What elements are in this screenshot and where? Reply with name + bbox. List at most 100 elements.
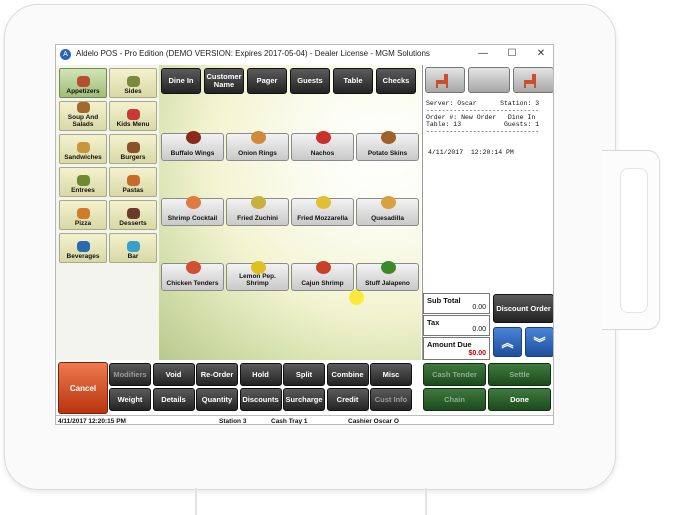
minimize-button[interactable]: —: [476, 48, 490, 60]
stand-leg-left: [195, 488, 197, 515]
credit-button[interactable]: Credit: [326, 388, 369, 411]
surcharge-button[interactable]: Surcharge: [283, 388, 325, 411]
pizza-icon: [76, 208, 90, 219]
amount-due-box: Amount Due $0.00: [423, 337, 490, 360]
quantity-button[interactable]: Quantity: [196, 388, 238, 411]
amount-due-label: Amount Due: [427, 340, 472, 349]
modifiers-button[interactable]: Modifiers: [109, 363, 151, 386]
category-soup-and-salads[interactable]: Soup And Salads: [59, 101, 107, 131]
category-sides[interactable]: Sides: [109, 68, 157, 98]
beverage-icon: [76, 241, 90, 252]
item-stuff-jalapeno[interactable]: Stuff Jalapeno: [356, 261, 419, 291]
touch-highlight: [349, 290, 364, 305]
weight-button[interactable]: Weight: [109, 388, 151, 411]
maximize-button[interactable]: ☐: [505, 48, 519, 60]
scroll-up-button[interactable]: ︽: [493, 327, 522, 357]
lemon-shrimp-icon: [251, 261, 266, 274]
void-button[interactable]: Void: [152, 363, 195, 386]
item-nachos[interactable]: Nachos: [291, 131, 354, 161]
cash-tender-button[interactable]: Cash Tender: [423, 363, 486, 386]
cocktail-icon: [126, 241, 140, 252]
category-label: Appetizers: [66, 88, 100, 95]
tab-guests[interactable]: Guests: [290, 68, 330, 94]
combine-button[interactable]: Combine: [326, 363, 369, 386]
scroll-down-button[interactable]: ︾: [525, 327, 553, 357]
app-icon: A: [60, 49, 71, 60]
category-sandwiches[interactable]: Sandwiches: [59, 134, 107, 164]
category-pastas[interactable]: Pastas: [109, 167, 157, 197]
discounts-button[interactable]: Discounts: [239, 388, 282, 411]
category-label: Soup And Salads: [67, 114, 99, 128]
amount-due-value: $0.00: [468, 350, 486, 357]
appetizers-icon: [76, 76, 90, 87]
seat-button-left[interactable]: [425, 67, 465, 93]
burger-icon: [126, 142, 140, 153]
receipt-server-line: Server: Oscar Station: 3: [426, 100, 540, 107]
category-entrees[interactable]: Entrees: [59, 167, 107, 197]
re-order-button[interactable]: Re-Order: [196, 363, 238, 386]
stand-arm-inner: [620, 168, 648, 313]
category-bar[interactable]: Bar: [109, 233, 157, 263]
category-label: Pizza: [74, 220, 92, 227]
stand-leg-right: [425, 488, 427, 515]
cancel-button[interactable]: Cancel: [58, 362, 108, 414]
close-button[interactable]: ✕: [534, 48, 548, 60]
chain-button[interactable]: Chain: [423, 388, 486, 411]
buffalo-wings-icon: [186, 131, 201, 144]
item-cajun-shrimp[interactable]: Cajun Shrimp: [291, 261, 354, 291]
subtotal-label: Sub Total: [427, 296, 461, 305]
item-label: Potato Skins: [367, 150, 408, 157]
item-onion-rings[interactable]: Onion Rings: [226, 131, 289, 161]
category-kids-menu[interactable]: Kids Menu: [109, 101, 157, 131]
item-fried-mozzarella[interactable]: Fried Mozzarella: [291, 196, 354, 226]
subtotal-box: Sub Total 0.00: [423, 293, 490, 314]
item-chicken-tenders[interactable]: Chicken Tenders: [161, 261, 224, 291]
status-bar: 4/11/2017 12:20:15 PM Station 3 Cash Tra…: [56, 415, 553, 425]
details-button[interactable]: Details: [152, 388, 195, 411]
tab-checks[interactable]: Checks: [376, 68, 416, 94]
mozzarella-icon: [316, 196, 331, 209]
category-label: Desserts: [119, 220, 147, 227]
done-button[interactable]: Done: [488, 388, 551, 411]
tab-dine-in[interactable]: Dine In: [161, 68, 201, 94]
status-cashier: Cashier Oscar O: [348, 418, 399, 425]
nachos-icon: [316, 131, 331, 144]
sandwich-icon: [76, 142, 90, 153]
tax-value: 0.00: [472, 326, 486, 333]
item-shrimp-cocktail[interactable]: Shrimp Cocktail: [161, 196, 224, 226]
item-fried-zuchini[interactable]: Fried Zuchini: [226, 196, 289, 226]
seat-button-right[interactable]: [513, 67, 553, 93]
split-button[interactable]: Split: [283, 363, 325, 386]
item-potato-skins[interactable]: Potato Skins: [356, 131, 419, 161]
discount-order-button[interactable]: Discount Order: [493, 294, 553, 323]
dessert-icon: [126, 208, 140, 219]
quesadilla-icon: [381, 196, 396, 209]
title-bar: A Aldelo POS - Pro Edition (DEMO VERSION…: [56, 45, 553, 65]
hold-button[interactable]: Hold: [239, 363, 282, 386]
settle-button[interactable]: Settle: [488, 363, 551, 386]
tab-table[interactable]: Table: [333, 68, 373, 94]
category-label: Kids Menu: [116, 121, 150, 128]
category-panel: Appetizers Sides Soup And Salads Kids Menu S…: [56, 65, 159, 360]
category-burgers[interactable]: Burgers: [109, 134, 157, 164]
tab-customer-name[interactable]: Customer Name: [204, 68, 244, 94]
misc-button[interactable]: Misc: [370, 363, 412, 386]
category-desserts[interactable]: Desserts: [109, 200, 157, 230]
category-appetizers[interactable]: Appetizers: [59, 68, 107, 98]
kids-menu-icon: [126, 109, 140, 120]
tab-pager[interactable]: Pager: [247, 68, 287, 94]
category-label: Beverages: [66, 253, 100, 260]
item-buffalo-wings[interactable]: Buffalo Wings: [161, 131, 224, 161]
item-label: Cajun Shrimp: [301, 280, 344, 287]
category-pizza[interactable]: Pizza: [59, 200, 107, 230]
item-quesadilla[interactable]: Quesadilla: [356, 196, 419, 226]
seat-button-middle[interactable]: [468, 67, 510, 93]
cust-info-button[interactable]: Cust Info: [370, 388, 412, 411]
window-title: Aldelo POS - Pro Edition (DEMO VERSION: …: [76, 49, 430, 58]
item-label: Fried Zuchini: [237, 215, 278, 222]
item-label: Lemon Pep. Shrimp: [239, 273, 276, 287]
subtotal-value: 0.00: [472, 304, 486, 311]
chair-icon: [436, 74, 448, 88]
item-lemon-pep-shrimp[interactable]: Lemon Pep. Shrimp: [226, 261, 289, 291]
category-beverages[interactable]: Beverages: [59, 233, 107, 263]
